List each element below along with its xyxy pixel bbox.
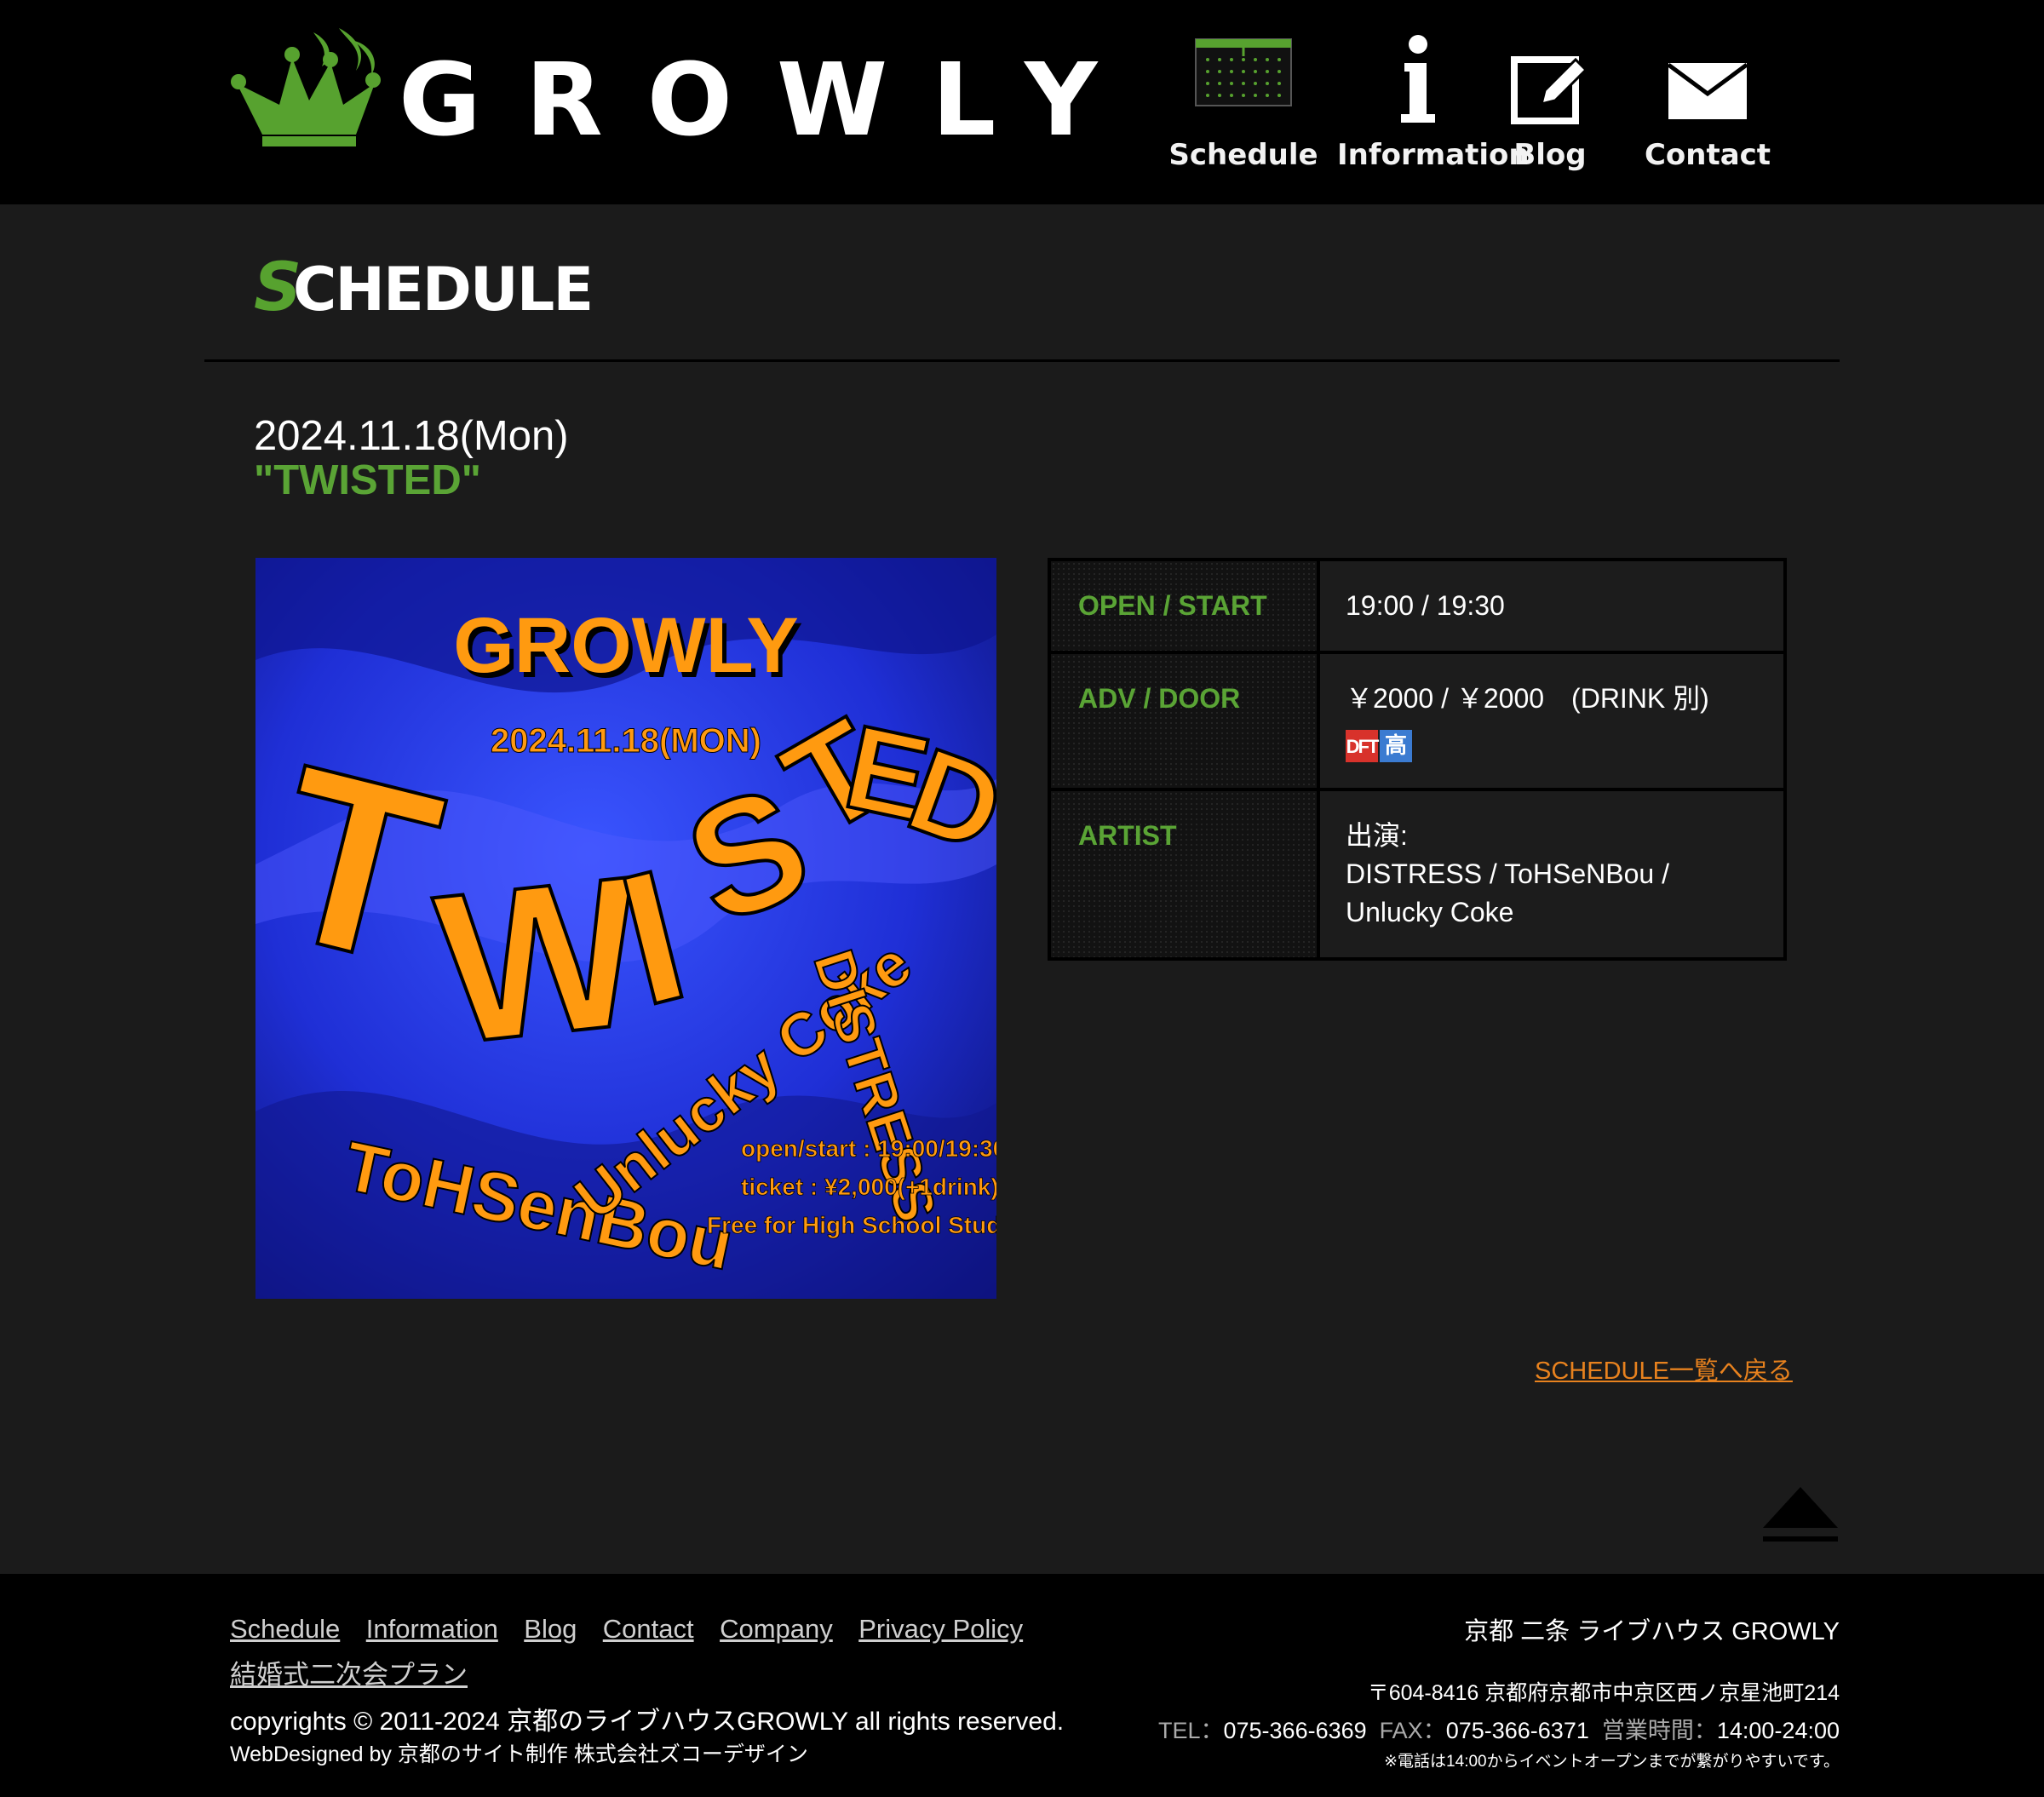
price-cell: ￥2000 / ￥2000 (DRINK 別) DFT 高 xyxy=(1317,651,1787,791)
fax-label: FAX： xyxy=(1379,1718,1446,1743)
dft-badge: DFT xyxy=(1346,730,1379,762)
footer-link-information[interactable]: Information xyxy=(366,1606,498,1652)
venue-address-block: 京都 二条 ライブハウス GROWLY 〒604-8416 京都府京都市中京区西… xyxy=(1158,1615,1840,1777)
open-start-value: 19:00 / 19:30 xyxy=(1317,558,1787,654)
hours-label: 営業時間： xyxy=(1601,1718,1717,1743)
pencil-icon xyxy=(1511,56,1588,124)
footer-link-company[interactable]: Company xyxy=(720,1606,833,1652)
svg-text:CHEDULE: CHEDULE xyxy=(293,255,592,324)
nav-blog[interactable]: Blog xyxy=(1507,34,1593,179)
footer-link-contact[interactable]: Contact xyxy=(603,1606,694,1652)
price-badges: DFT 高 xyxy=(1346,730,1758,762)
footer-nav: Schedule Information Blog Contact Compan… xyxy=(230,1606,1082,1698)
envelope-icon xyxy=(1667,62,1748,119)
nav-label-contact: Contact xyxy=(1644,138,1771,172)
flyer-date: 2024.11.18(MON) xyxy=(491,722,761,760)
copyright: copyrights © 2011-2024 京都のライブハウスGROWLY a… xyxy=(230,1708,1065,1736)
artist-heading: 出演: xyxy=(1346,820,1408,851)
venue-contact-line: TEL：075-366-6369 FAX：075-366-6371 営業時間：1… xyxy=(1158,1714,1840,1748)
event-info-table: OPEN / START 19:00 / 19:30 ADV / DOOR ￥2… xyxy=(1048,558,1787,961)
artist-value: DISTRESS / ToHSeNBou / Unlucky Coke xyxy=(1346,858,1669,927)
nav-label-schedule: Schedule xyxy=(1168,138,1318,172)
footer-link-blog[interactable]: Blog xyxy=(524,1606,577,1652)
flyer-open-start: open/start : 19:00/19:30 xyxy=(741,1135,996,1162)
crown-icon xyxy=(231,28,381,146)
nav-contact[interactable]: Contact xyxy=(1644,34,1771,179)
site-footer: Schedule Information Blog Contact Compan… xyxy=(0,1574,2044,1797)
nav-information[interactable]: Information xyxy=(1337,34,1530,179)
scroll-to-top-icon[interactable] xyxy=(1761,1485,1840,1550)
title-divider xyxy=(204,359,1840,362)
artist-cell: 出演: DISTRESS / ToHSeNBou / Unlucky Coke xyxy=(1317,788,1787,961)
nav-schedule[interactable]: Schedule xyxy=(1167,34,1320,179)
event-date: 2024.11.18(Mon) xyxy=(254,413,569,459)
flyer-venue: GROWLY xyxy=(453,602,799,689)
flyer-free-note: Free for High School Students! xyxy=(707,1212,996,1238)
business-hours: 14:00-24:00 xyxy=(1716,1718,1840,1743)
price-value: ￥2000 / ￥2000 (DRINK 別) xyxy=(1346,683,1709,714)
event-flyer: GROWLY GROWLY 2024.11.18(MON) T W I S T … xyxy=(256,558,996,1299)
nav-label-blog: Blog xyxy=(1513,138,1587,172)
table-row: ARTIST 出演: DISTRESS / ToHSeNBou / Unluck… xyxy=(1048,788,1787,961)
footer-link-schedule[interactable]: Schedule xyxy=(230,1606,340,1652)
nav-label-information: Information xyxy=(1337,138,1530,172)
site-logo[interactable]: GROWLY xyxy=(228,24,1097,152)
venue-name: 京都 二条 ライブハウス GROWLY xyxy=(1464,1618,1840,1645)
open-start-label: OPEN / START xyxy=(1048,558,1320,654)
table-row: ADV / DOOR ￥2000 / ￥2000 (DRINK 別) DFT 高 xyxy=(1048,651,1787,791)
footer-link-wedding-plan[interactable]: 結婚式二次会プラン xyxy=(230,1652,468,1698)
webdesign-credit: WebDesigned by 京都のサイト制作 株式会社ズコーデザイン xyxy=(230,1742,808,1766)
price-label: ADV / DOOR xyxy=(1048,651,1320,791)
fax-number: 075-366-6371 xyxy=(1445,1718,1589,1743)
venue-address: 〒604-8416 京都府京都市中京区西ノ京星池町214 xyxy=(1367,1681,1840,1705)
tel-number: 075-366-6369 xyxy=(1223,1718,1367,1743)
info-icon xyxy=(1401,35,1435,123)
artist-label: ARTIST xyxy=(1048,788,1320,961)
high-school-badge: 高 xyxy=(1380,730,1412,762)
calendar-icon xyxy=(1195,38,1292,106)
tel-label: TEL： xyxy=(1157,1718,1224,1743)
flyer-ticket: ticket : ¥2,000(+1drink) xyxy=(741,1174,996,1200)
table-row: OPEN / START 19:00 / 19:30 xyxy=(1048,558,1787,654)
page-title: S CHEDULE xyxy=(254,250,594,324)
site-header: GROWLY Schedule Information Blog Contact xyxy=(0,0,2044,204)
event-title: "TWISTED" xyxy=(254,457,481,503)
footer-link-privacy[interactable]: Privacy Policy xyxy=(858,1606,1023,1652)
phone-note: ※電話は14:00からイベントオープンまでが繋がりやすいです。 xyxy=(1384,1753,1840,1771)
back-to-schedule-link[interactable]: SCHEDULE一覧へ戻る xyxy=(1535,1351,1793,1387)
logo-text: GROWLY xyxy=(399,41,1142,158)
